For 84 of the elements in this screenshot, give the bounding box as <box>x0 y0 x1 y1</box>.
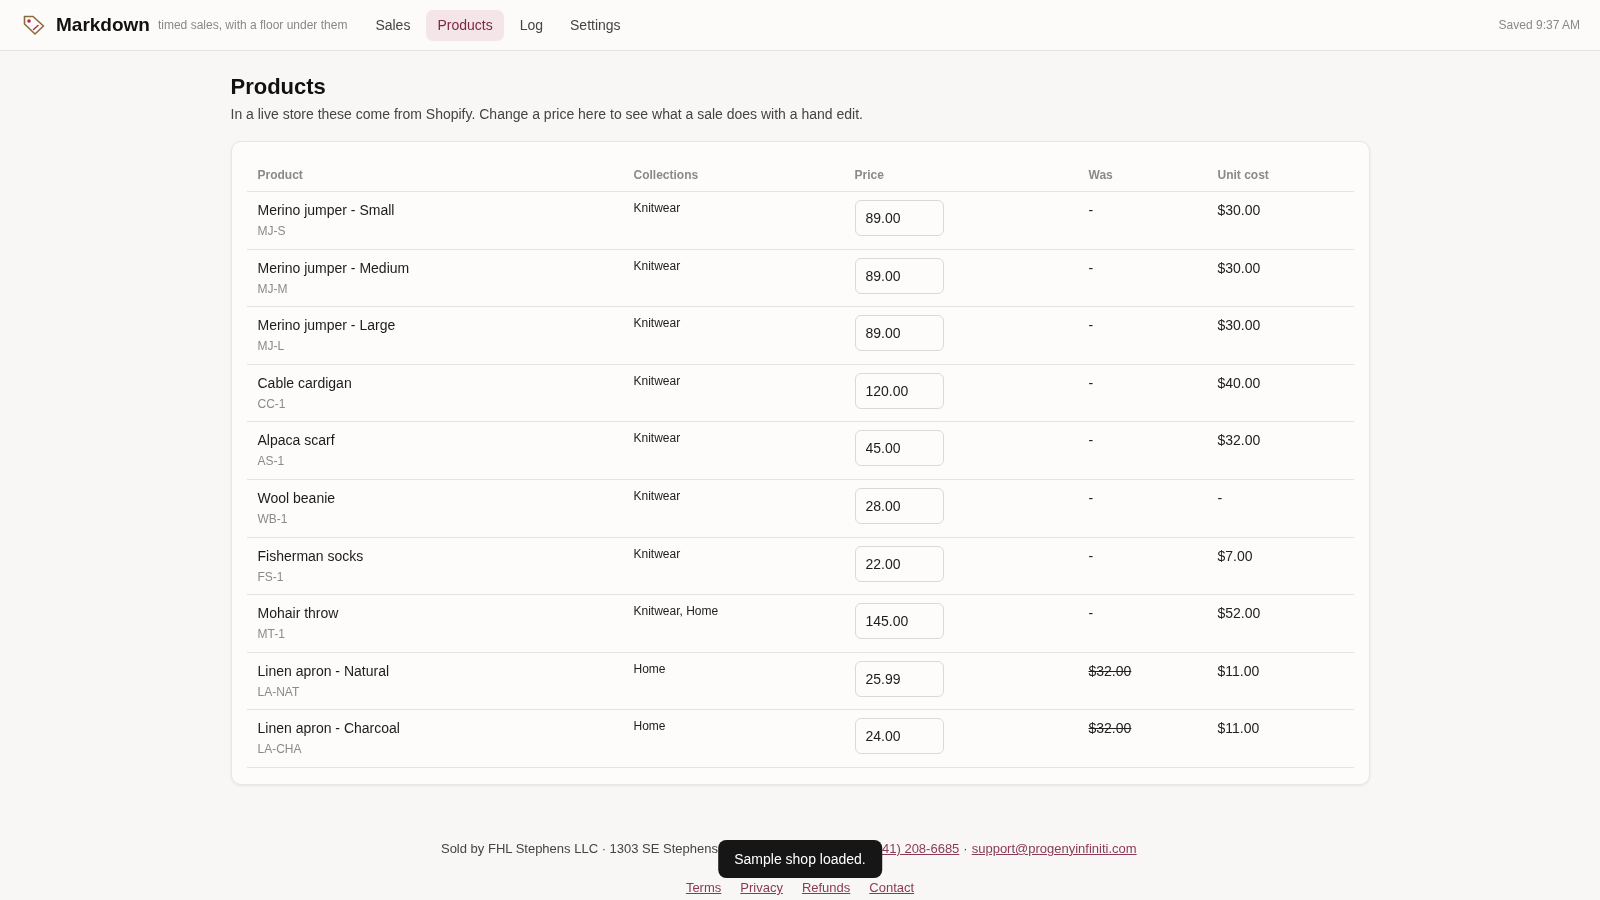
was-price: - <box>1088 373 1094 393</box>
product-name: Mohair throw <box>257 604 339 624</box>
product-sku: LA-CHA <box>257 741 302 758</box>
price-input[interactable]: 89.00 <box>854 315 944 352</box>
product-sku: MJ-S <box>257 223 286 239</box>
product-sku: MJ-M <box>257 280 288 297</box>
column-header: Collections <box>632 167 700 182</box>
was-price: - <box>1088 488 1094 508</box>
tagline-text: timed sales, with a floor under them <box>157 18 348 32</box>
collection-text: Knitwear <box>633 257 681 274</box>
column-header: Product <box>256 167 304 182</box>
product-name: Wool beanie <box>257 488 336 508</box>
product-sku: AS-1 <box>257 453 285 470</box>
unit-cost: $32.00 <box>1217 431 1261 451</box>
product-sku: MJ-L <box>257 338 285 355</box>
was-price: - <box>1088 604 1094 624</box>
unit-cost: $30.00 <box>1217 201 1261 220</box>
collection-text: Knitwear, Home <box>633 603 719 620</box>
unit-cost: $30.00 <box>1217 316 1261 336</box>
nav-tab[interactable]: Settings <box>559 9 632 41</box>
product-name: Alpaca scarf <box>257 431 335 451</box>
nav-tab[interactable]: Log <box>508 9 554 41</box>
product-sku: WB-1 <box>257 510 288 527</box>
collection-text: Knitwear <box>633 487 681 504</box>
footer-link[interactable]: Contact <box>869 879 915 895</box>
product-name: Merino jumper - Medium <box>257 258 410 278</box>
page-description: In a live store these come from Shopify. Change a price here to see what a sale does with a hand edit. <box>230 105 864 124</box>
was-price: $32.00 <box>1088 719 1132 739</box>
collection-text: Home <box>633 718 666 735</box>
price-input[interactable]: 28.00 <box>854 487 944 524</box>
footer-link[interactable]: Terms <box>685 879 722 895</box>
price-input[interactable]: 45.00 <box>854 430 944 467</box>
collection-text: Knitwear <box>633 372 681 389</box>
unit-cost: $7.00 <box>1217 546 1253 566</box>
unit-cost: - <box>1217 488 1223 508</box>
price-input[interactable]: 89.00 <box>854 257 944 294</box>
product-sku: FS-1 <box>257 568 284 585</box>
collection-text: Home <box>633 660 666 677</box>
collection-text: Knitwear <box>633 200 681 216</box>
column-header: Unit cost <box>1216 167 1270 182</box>
price-input[interactable]: 89.00 <box>854 200 944 236</box>
collection-text: Knitwear <box>633 430 681 447</box>
was-price: - <box>1088 258 1094 278</box>
nav-tab[interactable]: Products <box>426 9 504 41</box>
product-name: Cable cardigan <box>257 373 352 393</box>
unit-cost: $52.00 <box>1217 604 1261 624</box>
collection-text: Knitwear <box>633 315 681 332</box>
price-input[interactable]: 22.00 <box>854 545 944 582</box>
footer-separator: · <box>963 839 968 858</box>
was-price: $32.00 <box>1088 661 1132 681</box>
unit-cost: $11.00 <box>1217 661 1260 681</box>
tag-icon <box>23 15 45 35</box>
product-name: Linen apron - Charcoal <box>257 719 400 739</box>
product-sku: CC-1 <box>257 395 286 412</box>
collection-text: Knitwear <box>633 545 681 562</box>
footer-link[interactable]: Privacy <box>740 879 783 895</box>
product-sku: MT-1 <box>257 626 285 643</box>
price-input[interactable]: 24.00 <box>854 718 944 755</box>
brand-name: Markdown <box>56 14 150 36</box>
product-sku: LA-NAT <box>257 683 300 700</box>
price-input[interactable]: 120.00 <box>854 372 944 409</box>
save-status: Saved 9:37 AM <box>1498 18 1580 32</box>
product-name: Linen apron - Natural <box>257 661 390 681</box>
column-header: Price <box>853 167 885 182</box>
was-price: - <box>1088 546 1094 566</box>
column-header: Was <box>1087 167 1114 182</box>
phone-link[interactable]: 41) 208-6685 <box>882 838 960 859</box>
nav-tab[interactable]: Sales <box>364 9 422 41</box>
was-price: - <box>1088 201 1094 220</box>
price-input[interactable]: 145.00 <box>854 603 944 640</box>
was-price: - <box>1088 431 1094 451</box>
product-name: Merino jumper - Small <box>257 201 395 220</box>
product-name: Merino jumper - Large <box>257 316 396 336</box>
product-name: Fisherman socks <box>257 546 364 566</box>
unit-cost: $11.00 <box>1217 719 1260 739</box>
price-input[interactable]: 25.99 <box>854 660 944 697</box>
email-link[interactable]: support@progenyinfiniti.com <box>971 838 1137 859</box>
unit-cost: $30.00 <box>1217 258 1261 278</box>
page-title: Products <box>230 74 327 100</box>
unit-cost: $40.00 <box>1217 373 1261 393</box>
was-price: - <box>1088 316 1094 336</box>
footer-text: Sold by FHL Stephens LLC · 1303 SE Stephens <box>440 839 718 858</box>
toast-message: Sample shop loaded. <box>718 840 882 878</box>
footer-link[interactable]: Refunds <box>801 879 851 895</box>
